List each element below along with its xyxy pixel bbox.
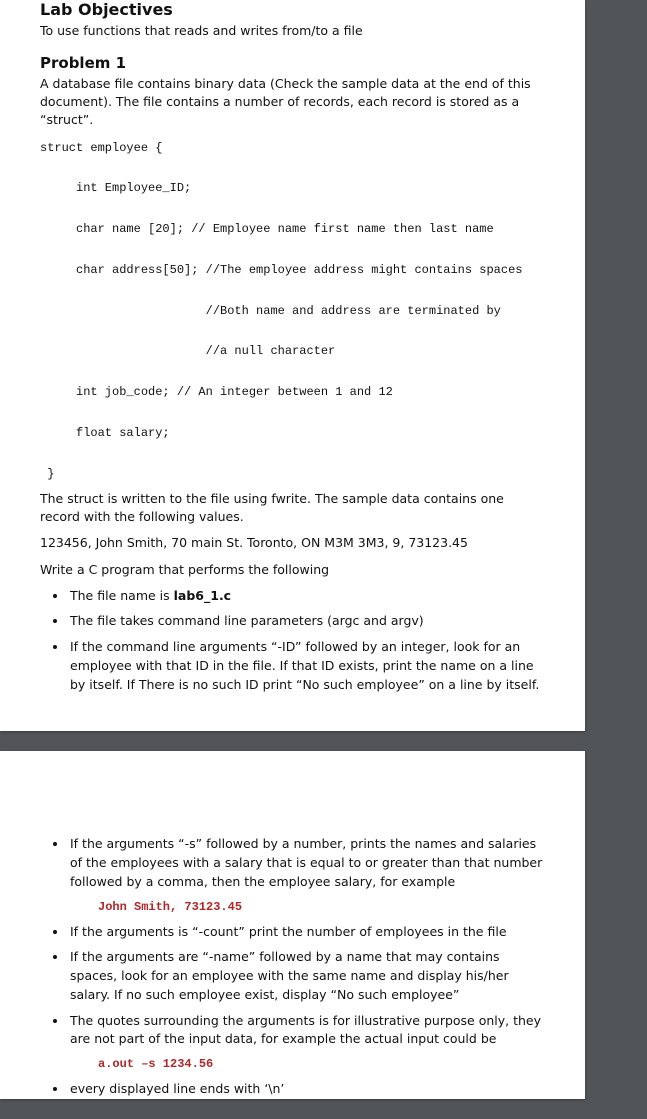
struct-code-block: struct employee { int Employee_ID; char … [40, 138, 545, 485]
bullet-text: The file name is [70, 588, 174, 603]
list-item: If the arguments “-s” followed by a numb… [68, 835, 545, 915]
list-item: The quotes surrounding the arguments is … [68, 1012, 545, 1074]
bullet-text: If the arguments “-s” followed by a numb… [70, 836, 542, 889]
requirements-list-2: If the arguments “-s” followed by a numb… [40, 835, 545, 1099]
list-item: If the arguments are “-name” followed by… [68, 948, 545, 1004]
objectives-text: To use functions that reads and writes f… [40, 22, 545, 40]
list-item: every displayed line ends with ‘\n’ [68, 1080, 545, 1099]
document-page-2: If the arguments “-s” followed by a numb… [0, 751, 585, 1099]
list-item: If the arguments is “-count” print the n… [68, 923, 545, 942]
write-program-text: Write a C program that performs the foll… [40, 561, 545, 579]
requirements-list-1: The file name is lab6_1.c The file takes… [40, 587, 545, 695]
list-item: If the command line arguments “-ID” foll… [68, 638, 545, 694]
document-viewport: Lab Objectives To use functions that rea… [0, 0, 647, 1099]
after-code-text: The struct is written to the file using … [40, 490, 545, 526]
filename-bold: lab6_1.c [174, 588, 231, 603]
list-item: The file takes command line parameters (… [68, 612, 545, 631]
problem-intro: A database file contains binary data (Ch… [40, 75, 545, 129]
document-page-1: Lab Objectives To use functions that rea… [0, 0, 585, 731]
list-item: The file name is lab6_1.c [68, 587, 545, 606]
heading-problem-1: Problem 1 [40, 54, 545, 72]
example-output-salary: John Smith, 73123.45 [98, 898, 545, 916]
example-command: a.out –s 1234.56 [98, 1055, 545, 1073]
heading-lab-objectives: Lab Objectives [40, 0, 545, 19]
bullet-text: The quotes surrounding the arguments is … [70, 1013, 541, 1047]
sample-record: 123456, John Smith, 70 main St. Toronto,… [40, 534, 545, 552]
